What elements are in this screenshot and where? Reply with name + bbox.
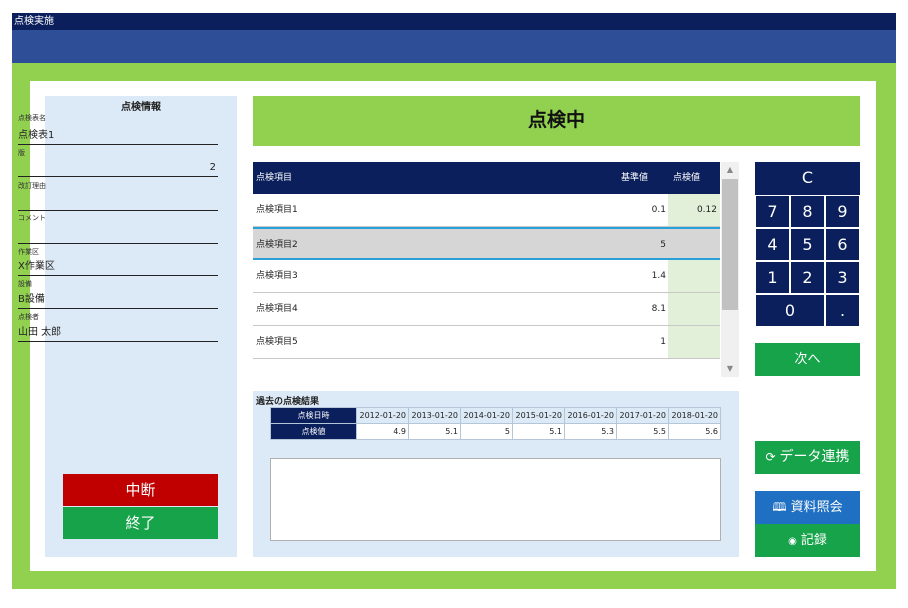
value-label: 点検値: [270, 423, 357, 440]
label-revision-reason: 改訂理由: [18, 182, 46, 190]
past-date: 2015-01-20: [512, 407, 565, 424]
key-decimal[interactable]: .: [825, 294, 860, 327]
key-9[interactable]: 9: [825, 195, 860, 228]
suspend-button[interactable]: 中断: [63, 474, 218, 506]
key-7[interactable]: 7: [755, 195, 790, 228]
label-inspector: 点検者: [18, 313, 39, 321]
next-button[interactable]: 次へ: [755, 343, 860, 376]
field-equipment[interactable]: B設備: [18, 292, 218, 309]
field-comment[interactable]: [18, 227, 218, 244]
table-row[interactable]: 点検項目5 1: [253, 326, 720, 359]
field-work-area[interactable]: X作業区: [18, 259, 218, 276]
scroll-up-icon[interactable]: ▲: [721, 162, 739, 178]
label-checklist-name: 点検表名: [18, 114, 46, 122]
past-value: 5.6: [668, 423, 721, 440]
past-results-title: 過去の点検結果: [256, 397, 320, 407]
field-revision-reason[interactable]: [18, 194, 218, 211]
camera-icon: ◉: [788, 536, 797, 547]
past-value: 5.1: [512, 423, 565, 440]
row-item: 点検項目2: [256, 240, 298, 250]
label-equipment: 設備: [18, 280, 32, 288]
row-item: 点検項目1: [256, 205, 298, 215]
data-link-button[interactable]: ⟳ データ連携: [755, 441, 860, 474]
key-clear[interactable]: C: [755, 162, 860, 195]
header-value: 点検値: [672, 173, 700, 183]
row-value-input[interactable]: 0.12: [668, 194, 720, 226]
document-lookup-button[interactable]: 🕮 資料照会: [755, 491, 860, 524]
inspection-table: 点検項目 基準値 点検値 点検項目1 0.1 0.12 点検項目2 5 点検項目…: [253, 162, 720, 359]
row-item: 点検項目5: [256, 337, 298, 347]
past-value: 5.5: [616, 423, 669, 440]
notes-textarea[interactable]: [270, 458, 721, 541]
record-button[interactable]: ◉ 記録: [755, 524, 860, 557]
row-standard: 8.1: [651, 304, 666, 314]
key-2[interactable]: 2: [790, 261, 825, 294]
label-version: 版: [18, 149, 25, 157]
past-date: 2016-01-20: [564, 407, 617, 424]
table-header: 点検項目 基準値 点検値: [253, 162, 720, 194]
numeric-keypad: C 7 8 9 4 5 6 1 2 3 0 .: [755, 162, 860, 327]
row-standard: 1.4: [651, 271, 666, 281]
row-value-input[interactable]: [668, 229, 720, 258]
field-version[interactable]: 2: [18, 160, 218, 177]
key-0[interactable]: 0: [755, 294, 825, 327]
key-6[interactable]: 6: [825, 228, 860, 261]
header-item: 点検項目: [256, 173, 293, 183]
past-value: 5.1: [408, 423, 461, 440]
sync-icon: ⟳: [765, 450, 776, 464]
window-title: 点検実施: [12, 13, 896, 30]
past-date: 2014-01-20: [460, 407, 513, 424]
past-dates-row: 点検日時 2012-01-20 2013-01-20 2014-01-20 20…: [270, 407, 721, 424]
past-date: 2018-01-20: [668, 407, 721, 424]
past-date: 2013-01-20: [408, 407, 461, 424]
key-1[interactable]: 1: [755, 261, 790, 294]
row-item: 点検項目3: [256, 271, 298, 281]
field-checklist-name[interactable]: 点検表1: [18, 128, 218, 145]
table-row[interactable]: 点検項目3 1.4: [253, 260, 720, 293]
scroll-down-icon[interactable]: ▼: [721, 361, 739, 377]
table-scrollbar[interactable]: ▲ ▼: [721, 162, 739, 377]
past-value: 4.9: [356, 423, 409, 440]
table-row[interactable]: 点検項目1 0.1 0.12: [253, 194, 720, 227]
key-8[interactable]: 8: [790, 195, 825, 228]
row-value-input[interactable]: [668, 326, 720, 358]
row-standard: 1: [660, 337, 666, 347]
past-date: 2012-01-20: [356, 407, 409, 424]
key-4[interactable]: 4: [755, 228, 790, 261]
row-standard: 0.1: [651, 205, 666, 215]
row-value-input[interactable]: [668, 260, 720, 292]
info-heading: 点検情報: [121, 102, 161, 113]
date-label: 点検日時: [270, 407, 357, 424]
record-label: 記録: [800, 533, 827, 548]
past-date: 2017-01-20: [616, 407, 669, 424]
label-work-area: 作業区: [18, 248, 39, 256]
table-row[interactable]: 点検項目4 8.1: [253, 293, 720, 326]
key-3[interactable]: 3: [825, 261, 860, 294]
row-item: 点検項目4: [256, 304, 298, 314]
label-comment: コメント: [18, 214, 46, 222]
table-row-selected[interactable]: 点検項目2 5: [253, 227, 720, 260]
past-values-row: 点検値 4.9 5.1 5 5.1 5.3 5.5 5.6: [270, 423, 721, 440]
past-results-grid: 点検日時 2012-01-20 2013-01-20 2014-01-20 20…: [270, 407, 721, 440]
book-icon: 🕮: [772, 500, 787, 514]
finish-button[interactable]: 終了: [63, 507, 218, 539]
field-inspector[interactable]: 山田 太郎: [18, 325, 218, 342]
scroll-thumb[interactable]: [722, 179, 738, 310]
header-standard: 基準値: [620, 173, 648, 183]
past-results-panel: 過去の点検結果 点検日時 2012-01-20 2013-01-20 2014-…: [253, 391, 739, 557]
data-link-label: データ連携: [779, 449, 850, 465]
header-band: [12, 30, 896, 63]
status-banner: 点検中: [253, 96, 860, 146]
row-standard: 5: [660, 240, 666, 250]
row-value-input[interactable]: [668, 293, 720, 325]
key-5[interactable]: 5: [790, 228, 825, 261]
past-value: 5: [460, 423, 513, 440]
past-value: 5.3: [564, 423, 617, 440]
document-lookup-label: 資料照会: [790, 500, 843, 515]
